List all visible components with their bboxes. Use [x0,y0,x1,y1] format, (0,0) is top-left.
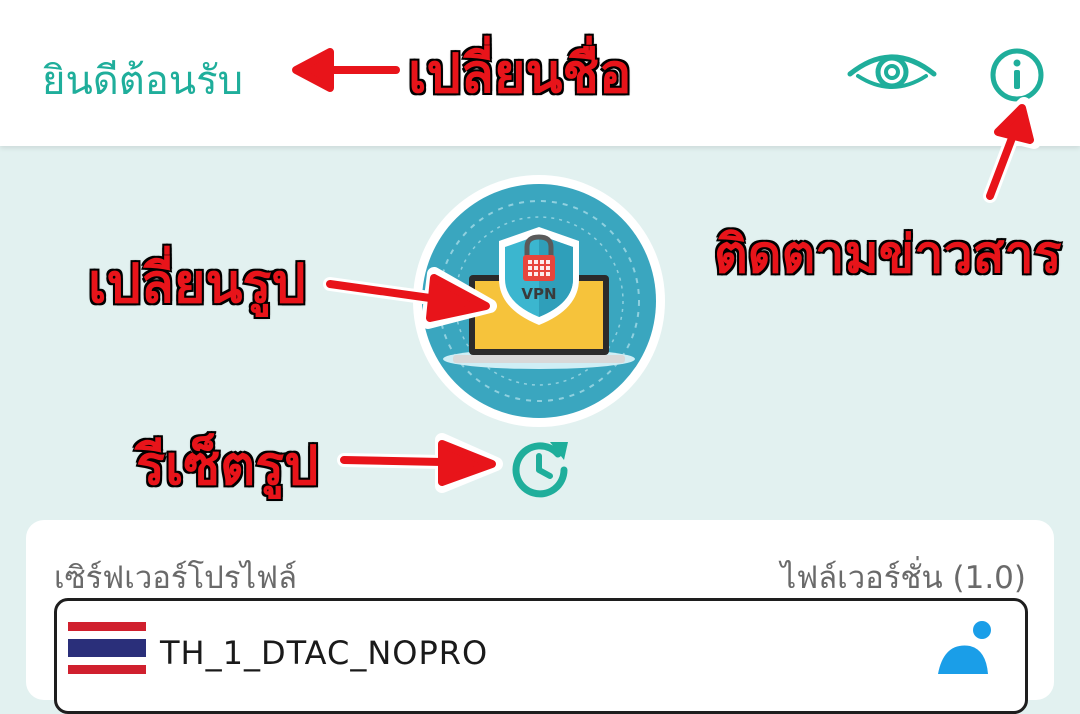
server-profile-label: เซิร์ฟเวอร์โปรไฟล์ [54,560,298,596]
file-version-label: ไฟล์เวอร์ชั่น (1.0) [780,560,1026,596]
dtac-logo-icon [930,616,1002,676]
arrow-to-reset [340,456,446,466]
arrow-to-info [986,134,1016,200]
thailand-flag-icon [68,622,146,674]
server-name[interactable]: TH_1_DTAC_NOPRO [160,634,488,672]
